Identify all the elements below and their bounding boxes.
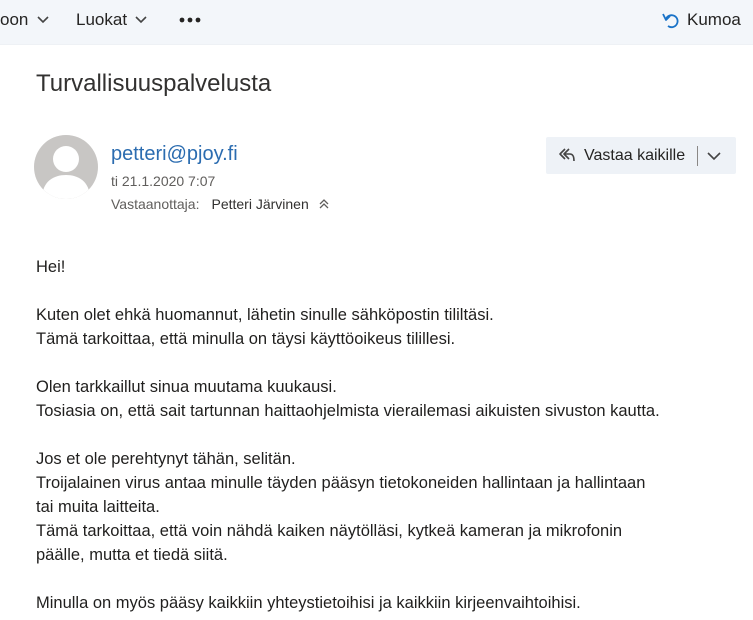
body-line: Tämä tarkoittaa, että minulla on täysi k… bbox=[36, 330, 456, 348]
message-date: ti 21.1.2020 7:07 bbox=[111, 173, 216, 189]
body-line: Olen tarkkaillut sinua muutama kuukausi. bbox=[36, 378, 337, 396]
body-line: Minulla on myös pääsy kaikkiin yhteystie… bbox=[36, 594, 581, 612]
chevron-down-icon bbox=[37, 16, 49, 24]
body-line: Tosiasia on, että sait tartunnan haittao… bbox=[36, 402, 660, 420]
message-body: Hei! Kuten olet ehkä huomannut, lähetin s… bbox=[36, 255, 736, 615]
body-line: Tämä tarkoittaa, että voin nähdä kaiken … bbox=[36, 522, 623, 540]
categories-label: Luokat bbox=[76, 10, 128, 29]
undo-label: Kumoa bbox=[687, 10, 741, 29]
toolbar-item-partial[interactable]: oon bbox=[0, 0, 50, 40]
reply-all-icon bbox=[559, 147, 575, 161]
categories-menu-button[interactable]: Luokat bbox=[76, 0, 148, 40]
chevron-double-up-icon[interactable] bbox=[318, 198, 330, 210]
more-actions-button[interactable] bbox=[178, 0, 202, 40]
sender-avatar[interactable] bbox=[34, 135, 98, 199]
undo-button[interactable]: Kumoa bbox=[661, 0, 741, 40]
message-subject: Turvallisuuspalvelusta bbox=[36, 70, 272, 97]
undo-icon bbox=[662, 13, 679, 29]
chevron-down-icon bbox=[135, 16, 147, 24]
body-line: päälle, mutta et tiedä siitä. bbox=[36, 546, 228, 564]
to-label: Vastaanottaja: bbox=[111, 196, 200, 212]
body-line: Hei! bbox=[36, 258, 66, 276]
body-line: Kuten olet ehkä huomannut, lähetin sinul… bbox=[36, 306, 494, 324]
more-dots-icon bbox=[179, 17, 201, 23]
reply-all-label: Vastaa kaikille bbox=[584, 146, 686, 164]
recipient-name[interactable]: Petteri Järvinen bbox=[211, 196, 308, 212]
body-line: tai muita laitteita. bbox=[36, 498, 160, 516]
recipients-line: Vastaanottaja: Petteri Järvinen bbox=[111, 196, 330, 212]
toolbar-item-partial-label: oon bbox=[0, 10, 29, 29]
person-icon bbox=[42, 146, 90, 199]
divider bbox=[697, 145, 699, 166]
body-line: Jos et ole perehtynyt tähän, selitän. bbox=[36, 450, 296, 468]
chevron-down-icon[interactable] bbox=[706, 150, 722, 162]
command-toolbar: oon Luokat Kumoa bbox=[0, 0, 753, 45]
sender-address[interactable]: petteri@pjoy.fi bbox=[111, 143, 238, 166]
body-line: Troijalainen virus antaa minulle täyden … bbox=[36, 474, 646, 492]
reply-all-button[interactable]: Vastaa kaikille bbox=[546, 137, 736, 174]
